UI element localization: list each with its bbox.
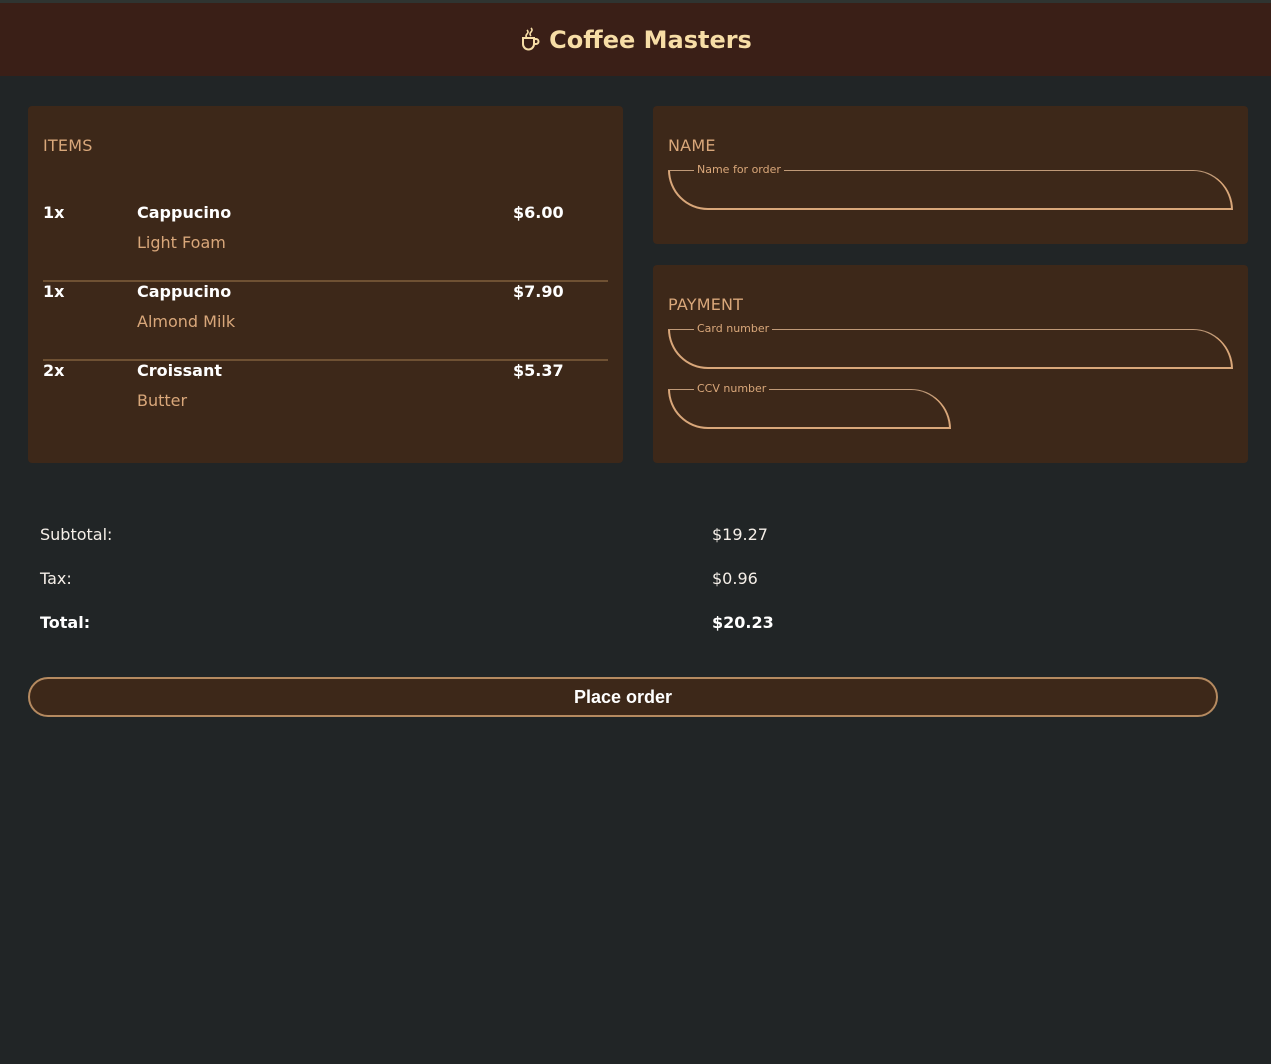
tax-row: Tax: $0.96 xyxy=(40,569,800,591)
tax-value: $0.96 xyxy=(712,569,758,588)
ccv-field[interactable]: CCV number xyxy=(668,382,951,429)
payment-card: PAYMENT Card number CCV number xyxy=(653,265,1248,463)
item-quantity: 1x xyxy=(43,203,65,222)
item-price: $6.00 xyxy=(513,203,564,222)
app-title: Coffee Masters xyxy=(549,25,752,54)
list-item: 1x Cappucino Almond Milk $7.90 xyxy=(43,282,608,361)
item-name: Cappucino xyxy=(137,282,232,301)
name-field-label: Name for order xyxy=(694,163,784,177)
name-field[interactable]: Name for order xyxy=(668,163,1233,210)
items-card: ITEMS 1x Cappucino Light Foam $6.00 1x C… xyxy=(28,106,623,463)
item-option: Light Foam xyxy=(137,233,226,252)
card-number-field[interactable]: Card number xyxy=(668,322,1233,369)
list-item: 1x Cappucino Light Foam $6.00 xyxy=(43,203,608,282)
coffee-cup-icon xyxy=(519,26,541,53)
item-option: Butter xyxy=(137,391,188,410)
item-quantity: 2x xyxy=(43,361,65,380)
tax-label: Tax: xyxy=(40,569,72,588)
app-header: Coffee Masters xyxy=(0,3,1271,76)
total-label: Total: xyxy=(40,613,91,632)
total-value: $20.23 xyxy=(712,613,774,632)
list-item: 2x Croissant Butter $5.37 xyxy=(43,361,608,440)
ccv-label: CCV number xyxy=(694,382,770,396)
subtotal-row: Subtotal: $19.27 xyxy=(40,525,800,547)
item-quantity: 1x xyxy=(43,282,65,301)
item-price: $5.37 xyxy=(513,361,564,380)
item-name: Cappucino xyxy=(137,203,232,222)
item-name: Croissant xyxy=(137,361,222,380)
items-title: ITEMS xyxy=(43,136,93,155)
subtotal-label: Subtotal: xyxy=(40,525,113,544)
brand: Coffee Masters xyxy=(519,26,752,54)
item-option: Almond Milk xyxy=(137,312,236,331)
name-card: NAME Name for order xyxy=(653,106,1248,244)
subtotal-value: $19.27 xyxy=(712,525,768,544)
item-price: $7.90 xyxy=(513,282,564,301)
payment-title: PAYMENT xyxy=(668,295,744,314)
name-title: NAME xyxy=(668,136,716,155)
total-row: Total: $20.23 xyxy=(40,613,800,635)
place-order-button[interactable]: Place order xyxy=(28,677,1218,717)
card-number-label: Card number xyxy=(694,322,773,336)
